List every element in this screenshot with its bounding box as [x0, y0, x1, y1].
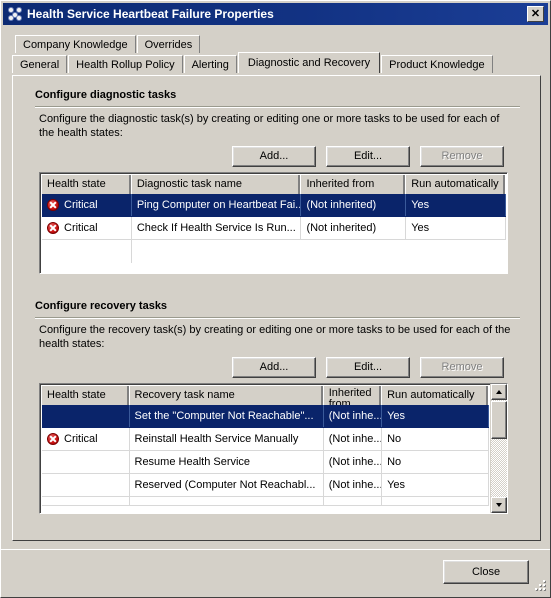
tab-overrides[interactable]: Overrides: [136, 35, 201, 53]
tab-alerting[interactable]: Alerting: [183, 55, 237, 73]
diagnostic-description: Configure the diagnostic task(s) by crea…: [39, 113, 500, 139]
diagnostic-tasks-grid[interactable]: Health state Diagnostic task name Inheri…: [39, 172, 508, 274]
cell-health-state: Critical: [42, 194, 132, 216]
recovery-col-task-name[interactable]: Recovery task name: [129, 386, 324, 405]
tab-row-upper: Company Knowledge Overrides: [15, 33, 541, 53]
table-row[interactable]: Reserved (Computer Not Reachabl... (Not …: [42, 474, 489, 497]
diagnostic-col-inherited-from[interactable]: Inherited from: [301, 175, 407, 194]
resize-grip[interactable]: [533, 580, 547, 594]
diagnostic-col-task-name[interactable]: Diagnostic task name: [131, 175, 302, 194]
diagnostic-add-button[interactable]: Add...: [232, 146, 316, 167]
recovery-col-run-automatically[interactable]: Run automatically: [382, 386, 489, 405]
scrollbar-thumb[interactable]: [491, 401, 507, 439]
management-pack-icon: [7, 6, 23, 22]
critical-icon: [47, 199, 59, 211]
tab-company-knowledge[interactable]: Company Knowledge: [15, 35, 136, 53]
close-icon[interactable]: ✕: [527, 6, 544, 22]
cell-health-state: Critical: [42, 428, 130, 450]
cell-task-name: Resume Health Service: [130, 451, 324, 473]
tab-panel-diagnostic-and-recovery: Configure diagnostic tasks Configure the…: [12, 75, 541, 541]
diagnostic-col-run-automatically[interactable]: Run automatically: [406, 175, 506, 194]
cell-health-state: Critical: [42, 217, 132, 239]
cell-health-state: [42, 474, 130, 496]
cell-task-name: Set the "Computer Not Reachable"...: [130, 405, 324, 427]
footer-separator: [1, 549, 550, 550]
critical-icon: [47, 433, 59, 445]
diagnostic-edit-button[interactable]: Edit...: [326, 146, 410, 167]
cell-run-automatically: No: [382, 428, 489, 450]
diagnostic-col-health-state[interactable]: Health state: [42, 175, 132, 194]
cell-run-automatically: Yes: [406, 217, 506, 239]
cell-task-name: Reserved (Computer Not Reachabl...: [130, 474, 324, 496]
grid-empty-area: [42, 240, 506, 263]
properties-dialog: Health Service Heartbeat Failure Propert…: [0, 0, 551, 598]
scroll-down-arrow-icon[interactable]: [491, 497, 507, 513]
tab-health-rollup-policy[interactable]: Health Rollup Policy: [68, 55, 183, 73]
recovery-remove-button: Remove: [420, 357, 504, 378]
recovery-col-inherited-from[interactable]: Inherited from: [323, 386, 383, 405]
tab-strip: Company Knowledge Overrides General Heal…: [12, 33, 541, 73]
cell-run-automatically: No: [382, 451, 489, 473]
cell-run-automatically: Yes: [382, 405, 489, 427]
cell-inherited-from: (Not inhe...: [324, 451, 383, 473]
cell-inherited-from: (Not inhe...: [324, 428, 383, 450]
table-row[interactable]: Critical Check If Health Service Is Run.…: [42, 217, 506, 240]
cell-task-name: Check If Health Service Is Run...: [132, 217, 302, 239]
diagnostic-remove-button: Remove: [420, 146, 504, 167]
diagnostic-section-rule: [35, 106, 520, 108]
recovery-section-rule: [35, 317, 520, 319]
recovery-grid-header: Health state Recovery task name Inherite…: [42, 386, 489, 405]
cell-task-name: Ping Computer on Heartbeat Fai...: [132, 194, 302, 216]
title-bar[interactable]: Health Service Heartbeat Failure Propert…: [3, 3, 548, 25]
tab-diagnostic-and-recovery[interactable]: Diagnostic and Recovery: [237, 52, 381, 73]
critical-icon: [47, 222, 59, 234]
scroll-up-arrow-icon[interactable]: [491, 384, 507, 400]
recovery-description: Configure the recovery task(s) by creati…: [39, 324, 511, 350]
recovery-col-health-state[interactable]: Health state: [42, 386, 130, 405]
recovery-tasks-grid[interactable]: Health state Recovery task name Inherite…: [39, 383, 508, 514]
cell-health-state: [42, 451, 130, 473]
cell-run-automatically: Yes: [406, 194, 506, 216]
diagnostic-section-title: Configure diagnostic tasks: [35, 89, 177, 101]
cell-inherited-from: (Not inhe...: [324, 474, 383, 496]
cell-task-name: Reinstall Health Service Manually: [130, 428, 324, 450]
recovery-grid-scrollbar[interactable]: [490, 384, 507, 513]
table-row[interactable]: Critical Reinstall Health Service Manual…: [42, 428, 489, 451]
tab-general[interactable]: General: [12, 55, 68, 73]
cell-inherited-from: (Not inhe...: [324, 405, 383, 427]
recovery-add-button[interactable]: Add...: [232, 357, 316, 378]
diagnostic-grid-header: Health state Diagnostic task name Inheri…: [42, 175, 506, 194]
close-button[interactable]: Close: [443, 560, 529, 584]
recovery-edit-button[interactable]: Edit...: [326, 357, 410, 378]
cell-run-automatically: Yes: [382, 474, 489, 496]
cell-inherited-from: (Not inherited): [301, 194, 407, 216]
recovery-section-title: Configure recovery tasks: [35, 300, 168, 312]
table-row[interactable]: Critical Ping Computer on Heartbeat Fai.…: [42, 194, 506, 217]
table-row[interactable]: Set the "Computer Not Reachable"... (Not…: [42, 405, 489, 428]
cell-inherited-from: (Not inherited): [301, 217, 407, 239]
table-row-partial[interactable]: [42, 497, 489, 506]
tab-row-lower: General Health Rollup Policy Alerting Di…: [12, 52, 541, 73]
window-title: Health Service Heartbeat Failure Propert…: [27, 7, 274, 21]
cell-health-state: [42, 405, 130, 427]
tab-product-knowledge[interactable]: Product Knowledge: [381, 55, 493, 73]
table-row[interactable]: Resume Health Service (Not inhe... No: [42, 451, 489, 474]
